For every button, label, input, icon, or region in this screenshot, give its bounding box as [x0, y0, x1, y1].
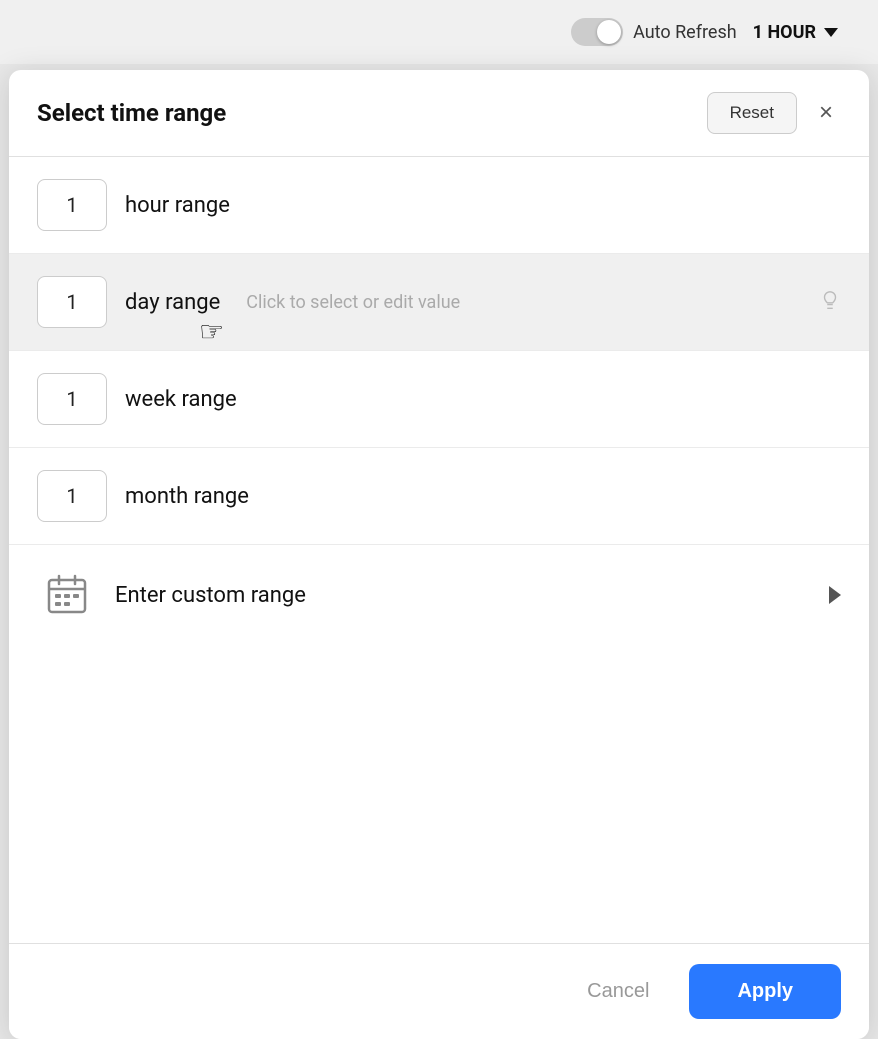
hour-range-row[interactable]: 1 hour range	[9, 157, 869, 254]
cancel-button[interactable]: Cancel	[567, 968, 669, 1015]
modal-body: 1 hour range 1 day range Click to select…	[9, 157, 869, 943]
reset-button[interactable]: Reset	[707, 92, 797, 134]
toggle-knob	[597, 20, 621, 44]
week-range-label: week range	[125, 387, 237, 412]
custom-range-row[interactable]: Enter custom range	[9, 545, 869, 645]
header-actions: Reset ×	[707, 92, 841, 134]
month-range-label: month range	[125, 484, 249, 509]
hour-range-input[interactable]: 1	[37, 179, 107, 231]
hint-lightbulb-icon	[819, 289, 841, 316]
modal-overlay: Select time range Reset × 1 hour range 1…	[0, 70, 878, 1039]
day-range-label: day range	[125, 290, 220, 315]
cursor-hand-icon: ☞	[199, 315, 224, 348]
close-button[interactable]: ×	[811, 97, 841, 129]
month-range-input[interactable]: 1	[37, 470, 107, 522]
auto-refresh-toggle-wrapper[interactable]: Auto Refresh	[571, 18, 737, 46]
hour-value: 1 HOUR	[753, 22, 816, 43]
hour-dropdown[interactable]: 1 HOUR	[753, 22, 838, 43]
custom-range-label: Enter custom range	[115, 583, 811, 608]
auto-refresh-toggle[interactable]	[571, 18, 623, 46]
chevron-down-icon	[824, 28, 838, 37]
chevron-right-icon	[829, 586, 841, 604]
month-range-row[interactable]: 1 month range	[9, 448, 869, 545]
hour-range-label: hour range	[125, 193, 230, 218]
modal-footer: Cancel Apply	[9, 943, 869, 1039]
calendar-icon	[37, 569, 97, 621]
day-range-input[interactable]: 1	[37, 276, 107, 328]
top-bar: Auto Refresh 1 HOUR	[0, 0, 878, 64]
modal-header: Select time range Reset ×	[9, 70, 869, 157]
auto-refresh-label: Auto Refresh	[633, 22, 737, 43]
week-range-input[interactable]: 1	[37, 373, 107, 425]
day-range-row[interactable]: 1 day range Click to select or edit valu…	[9, 254, 869, 351]
apply-button[interactable]: Apply	[689, 964, 841, 1019]
week-range-row[interactable]: 1 week range	[9, 351, 869, 448]
time-range-modal: Select time range Reset × 1 hour range 1…	[9, 70, 869, 1039]
modal-title: Select time range	[37, 99, 226, 127]
day-range-hint: Click to select or edit value	[246, 292, 460, 313]
